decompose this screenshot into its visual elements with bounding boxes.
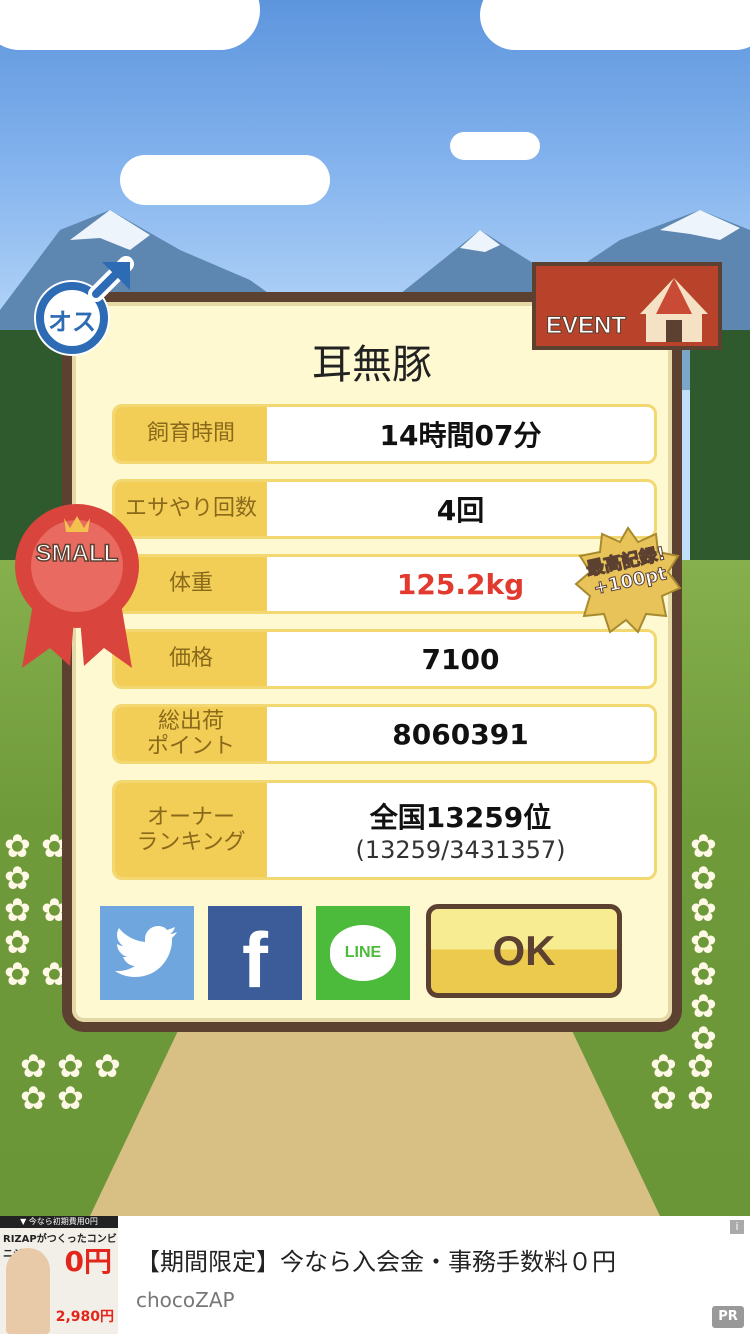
line-icon-label: LINE (344, 944, 382, 961)
line-icon: LINE (330, 925, 396, 981)
ribbon-rosette-icon (15, 504, 139, 668)
facebook-icon: f (242, 915, 268, 1004)
flowers: ✿ ✿ ✿ ✿ (650, 1047, 714, 1117)
gender-label: オス (48, 308, 96, 336)
result-panel: 耳無豚 飼育時間 14時間07分 エサやり回数 4回 体重 125.2kg 価格… (62, 292, 682, 1032)
flowers: ✿ ✿ ✿ ✿ ✿ (20, 1047, 121, 1117)
stat-label: 飼育時間 (115, 407, 267, 461)
ad-advertiser[interactable]: chocoZAP (136, 1288, 235, 1312)
cloud (450, 132, 540, 160)
ad-title[interactable]: 【期間限定】今なら入会金・事務手数料０円 (136, 1242, 616, 1277)
best-record-badge: 最高記録! +100pt (574, 526, 682, 638)
small-size-ribbon: SMALL (14, 496, 140, 672)
stat-row-ranking: オーナー ランキング 全国13259位 (13259/3431357) (112, 780, 657, 880)
stat-row-time: 飼育時間 14時間07分 (112, 404, 657, 464)
stat-label: 総出荷 ポイント (115, 707, 267, 761)
stat-value: 14時間07分 (379, 419, 542, 452)
size-label: SMALL (35, 539, 119, 568)
ranking-value: 全国13259位 (369, 801, 552, 834)
forest (690, 330, 750, 570)
ok-button[interactable]: OK (426, 904, 622, 998)
ad-image-banner: ▼ 今なら初期費用0円 (0, 1216, 118, 1228)
ad-pr-badge: PR (712, 1306, 744, 1328)
facebook-share-button[interactable]: f (208, 906, 302, 1004)
ranking-detail: (13259/3431357) (355, 836, 566, 864)
ad-image[interactable]: ▼ 今なら初期費用0円 RIZAPがつくったコンビニジム 0円 2,980円 (0, 1216, 118, 1334)
line-share-button[interactable]: LINE (316, 906, 410, 1000)
cloud (480, 0, 750, 50)
stat-value: 7100 (421, 642, 500, 676)
ad-image-zero: 0円 (64, 1245, 112, 1278)
flowers: ✿ ✿ ✿ ✿ ✿ ✿ ✿ (690, 827, 717, 1057)
male-gender-badge: オス (26, 256, 136, 366)
twitter-share-button[interactable] (100, 906, 194, 1000)
flowers: ✿ ✿ ✿ ✿ ✿ ✿ ✿ ✿ (4, 827, 68, 993)
event-label: EVENT (545, 312, 627, 340)
ad-info-icon[interactable]: i (730, 1220, 744, 1234)
twitter-icon (115, 926, 177, 977)
circus-tent-icon (640, 278, 708, 342)
ad-image-price: 2,980円 (55, 1309, 114, 1325)
event-badge[interactable]: EVENT (532, 262, 722, 350)
ad-banner[interactable]: ▼ 今なら初期費用0円 RIZAPがつくったコンビニジム 0円 2,980円 【… (0, 1216, 750, 1334)
ad-model-image (6, 1248, 50, 1334)
stat-value: 8060391 (392, 717, 529, 751)
stat-label: オーナー ランキング (115, 783, 267, 877)
stat-value-group: 全国13259位 (13259/3431357) (267, 783, 654, 877)
stat-row-points: 総出荷 ポイント 8060391 (112, 704, 657, 764)
cloud (0, 0, 260, 50)
